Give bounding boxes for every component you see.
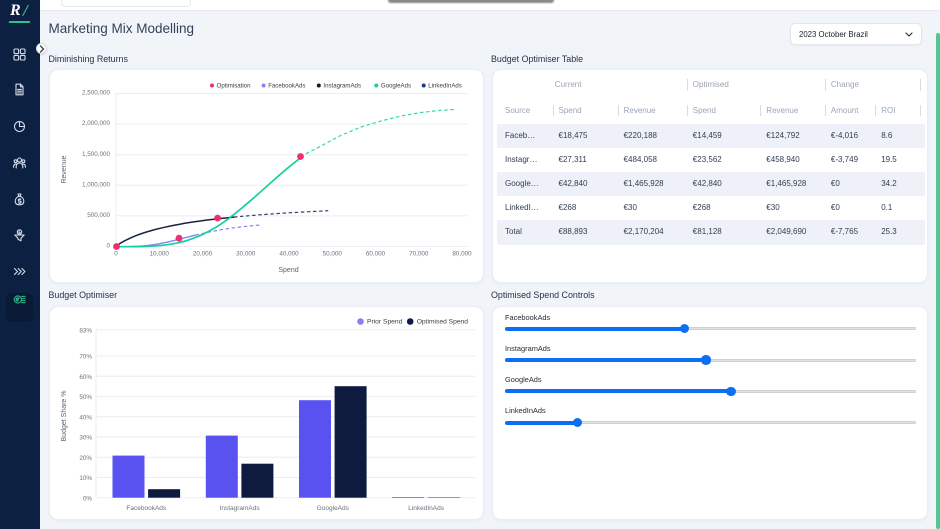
svg-text:10%: 10% (79, 475, 92, 482)
svg-text:FacebookAds: FacebookAds (268, 82, 305, 89)
svg-text:InstagramAds: InstagramAds (220, 505, 261, 512)
svg-text:20%: 20% (79, 455, 92, 462)
svg-text:LinkedInAds: LinkedInAds (408, 505, 445, 512)
svg-text:LinkedInAds: LinkedInAds (428, 82, 462, 89)
svg-text:GoogleAds: GoogleAds (317, 505, 350, 512)
svg-text:10,000: 10,000 (150, 250, 170, 257)
svg-text:83%: 83% (79, 327, 92, 334)
svg-text:60,000: 60,000 (366, 250, 386, 257)
svg-text:0: 0 (114, 250, 118, 257)
svg-text:40,000: 40,000 (279, 250, 299, 257)
svg-text:Budget Share %: Budget Share % (61, 391, 68, 442)
svg-text:0: 0 (106, 242, 110, 249)
svg-text:Revenue: Revenue (61, 155, 68, 183)
svg-text:Optimised Spend: Optimised Spend (417, 318, 469, 325)
svg-text:2,000,000: 2,000,000 (82, 120, 111, 127)
svg-text:FacebookAds: FacebookAds (126, 505, 166, 512)
svg-text:Prior Spend: Prior Spend (367, 318, 403, 325)
svg-text:20,000: 20,000 (193, 250, 213, 257)
svg-text:1,500,000: 1,500,000 (82, 150, 111, 157)
svg-text:1,000,000: 1,000,000 (82, 181, 111, 188)
svg-text:70%: 70% (79, 354, 92, 361)
svg-text:0%: 0% (83, 495, 93, 502)
svg-text:GoogleAds: GoogleAds (381, 82, 411, 89)
svg-text:InstagramAds: InstagramAds (323, 82, 361, 89)
svg-text:Spend: Spend (278, 267, 298, 274)
svg-text:Optimisation: Optimisation (217, 82, 251, 89)
svg-text:50%: 50% (79, 394, 92, 401)
svg-text:30,000: 30,000 (236, 250, 256, 257)
svg-text:40%: 40% (79, 414, 92, 421)
svg-text:60%: 60% (79, 374, 92, 381)
svg-text:30%: 30% (79, 435, 92, 442)
svg-text:50,000: 50,000 (323, 250, 343, 257)
svg-text:500,000: 500,000 (87, 212, 110, 219)
svg-text:70,000: 70,000 (409, 250, 429, 257)
svg-text:2,500,000: 2,500,000 (82, 89, 111, 96)
svg-text:80,000: 80,000 (452, 250, 472, 257)
